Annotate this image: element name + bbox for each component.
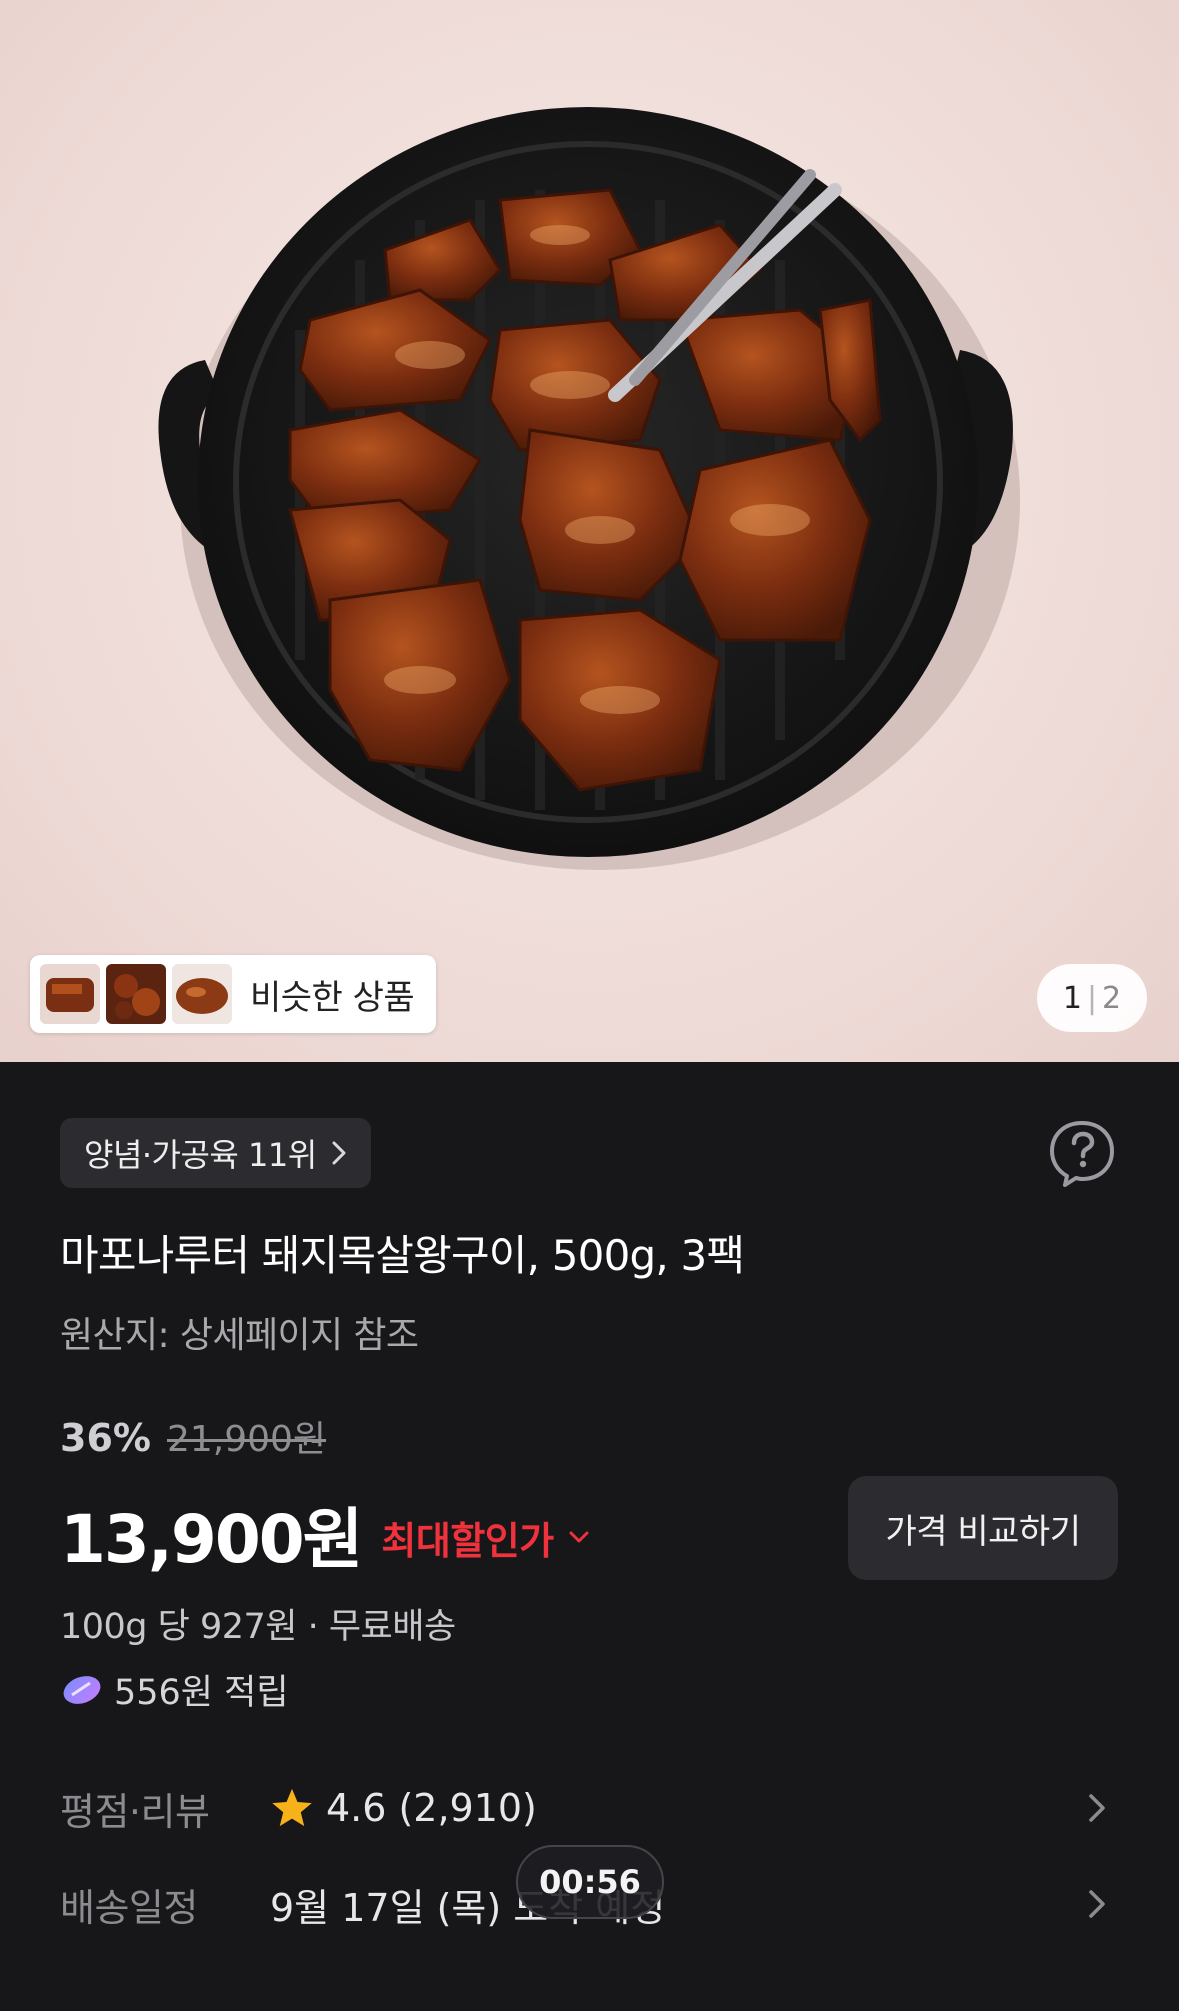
chevron-right-icon <box>1089 1890 1105 1918</box>
chevron-right-icon <box>332 1141 346 1165</box>
max-discount-label: 최대할인가 <box>381 1518 554 1563</box>
question-circle-icon[interactable] <box>1046 1117 1118 1189</box>
compare-price-button[interactable]: 가격 비교하기 <box>848 1476 1118 1580</box>
max-discount-toggle[interactable]: 최대할인가 <box>381 1510 589 1565</box>
price-row: 13,900원 최대할인가 <box>60 1486 590 1582</box>
review-count: (2,910) <box>398 1786 537 1830</box>
chevron-right-icon <box>1089 1794 1105 1822</box>
similar-products-button[interactable]: 비슷한 상품 <box>30 955 437 1033</box>
similar-thumb-1 <box>40 964 100 1024</box>
product-image-carousel[interactable]: 비슷한 상품 1 | 2 <box>0 0 1179 1062</box>
product-title: 마포나루터 돼지목살왕구이, 500g, 3팩 <box>60 1231 745 1280</box>
unit-price-shipping: 100g 당 927원 · 무료배송 <box>60 1607 456 1647</box>
product-origin: 원산지: 상세페이지 참조 <box>60 1315 419 1356</box>
delivery-label: 배송일정 <box>60 1885 198 1930</box>
rating-score: 4.6 <box>326 1786 387 1830</box>
category-rank-chip[interactable]: 양념·가공육 11위 <box>60 1118 371 1188</box>
rating-review-row[interactable]: 평점·리뷰 4.6 (2,910) <box>60 1778 1120 1838</box>
pager-current: 1 <box>1062 980 1082 1016</box>
similar-thumb-3 <box>172 964 232 1024</box>
star-icon <box>272 1788 312 1827</box>
similar-thumb-2 <box>106 964 166 1024</box>
product-photo <box>158 107 1020 870</box>
chevron-down-icon <box>569 1531 589 1543</box>
reward-points-row: 556원 적립 <box>60 1664 289 1715</box>
discount-percent: 36% <box>60 1416 151 1460</box>
image-pager: 1 | 2 <box>1037 964 1147 1032</box>
discount-row: 36% 21,900원 <box>60 1410 326 1462</box>
sale-price: 13,900원 <box>60 1501 363 1578</box>
reward-points: 556원 적립 <box>114 1673 289 1713</box>
recording-timer: 00:56 <box>516 1845 664 1919</box>
rating-value: 4.6 (2,910) <box>270 1786 537 1830</box>
rating-label: 평점·리뷰 <box>60 1789 210 1834</box>
similar-products-label: 비슷한 상품 <box>250 977 415 1018</box>
coin-icon <box>63 1675 101 1704</box>
pager-total: 2 <box>1102 980 1122 1016</box>
category-rank-label: 양념·가공육 11위 <box>84 1136 317 1174</box>
original-price: 21,900원 <box>166 1419 327 1460</box>
pager-separator: | <box>1086 980 1098 1016</box>
